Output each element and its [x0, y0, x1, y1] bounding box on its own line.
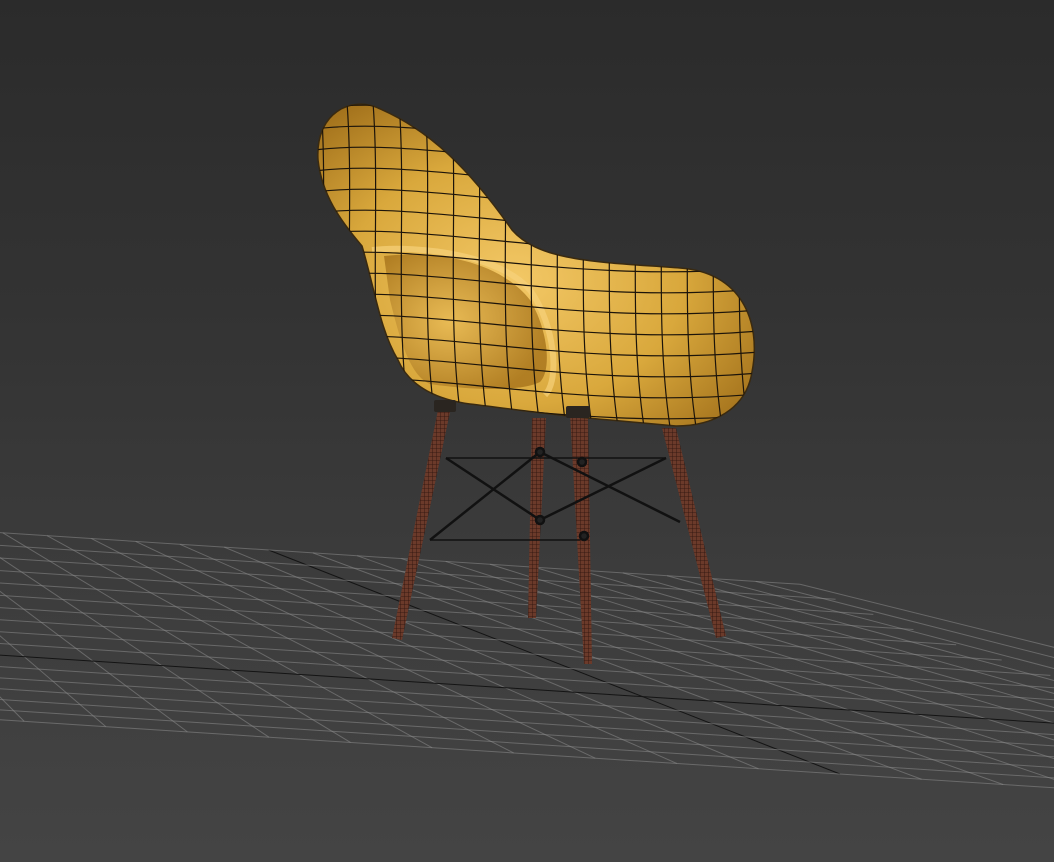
grid-line: [0, 698, 1054, 768]
grid-line: [401, 558, 1054, 780]
grid-line: [534, 566, 1054, 724]
grid-line: [0, 666, 1054, 736]
shell-wire-line: [762, 90, 776, 440]
chair-legs: [392, 410, 726, 664]
shell-mount-right: [566, 406, 590, 418]
grid-line: [91, 538, 514, 754]
viewport-canvas[interactable]: [0, 0, 1054, 862]
grid-line: [356, 555, 1004, 785]
chair-leg-front-left: [392, 410, 450, 640]
grid-line: [0, 677, 1054, 747]
grid-line: [0, 582, 957, 646]
cross-brace: [429, 446, 681, 542]
3d-viewport[interactable]: [0, 0, 1054, 862]
chair-leg-right: [662, 428, 726, 638]
grid-line: [0, 719, 1054, 789]
shell-mount-left: [434, 400, 456, 412]
grid-line: [0, 709, 1054, 779]
floor-grid: [0, 532, 1054, 789]
grid-line: [0, 532, 801, 585]
grid-line: [46, 535, 433, 749]
grid-line: [224, 546, 759, 770]
grid-line: [135, 540, 596, 759]
grid-axis-line: [268, 549, 841, 775]
chair-shell: [317, 90, 776, 440]
